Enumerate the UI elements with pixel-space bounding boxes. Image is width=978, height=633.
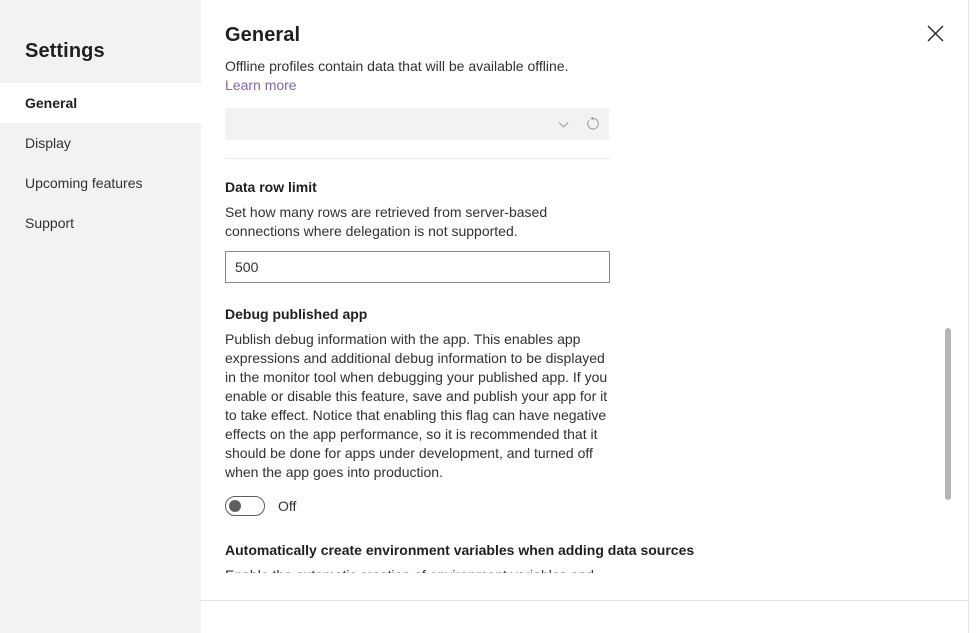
bottom-divider xyxy=(201,600,968,601)
sidebar-nav: General Display Upcoming features Suppor… xyxy=(0,83,201,243)
settings-title: Settings xyxy=(0,0,201,62)
offline-profile-combobox[interactable] xyxy=(225,108,609,140)
sidebar-item-upcoming-features[interactable]: Upcoming features xyxy=(0,163,201,203)
auto-env-vars-description: Enable the automatic creation of environ… xyxy=(225,560,611,573)
sidebar-item-label: Support xyxy=(25,215,74,231)
debug-published-app-description: Publish debug information with the app. … xyxy=(225,324,611,482)
sidebar-item-label: Upcoming features xyxy=(25,175,143,191)
settings-content-pane: General Offline profiles contain data th… xyxy=(201,0,968,633)
auto-env-vars-label: Automatically create environment variabl… xyxy=(225,516,968,560)
chevron-down-icon xyxy=(557,118,570,131)
debug-published-app-toggle-row: Off xyxy=(225,496,968,516)
offline-profiles-description: Offline profiles contain data that will … xyxy=(225,47,611,76)
close-button[interactable] xyxy=(916,14,954,52)
content-scrollbar[interactable] xyxy=(944,0,952,633)
settings-dialog: Settings General Display Upcoming featur… xyxy=(0,0,969,633)
learn-more-link[interactable]: Learn more xyxy=(225,76,297,95)
page-title: General xyxy=(225,0,968,47)
content-scrollbar-thumb[interactable] xyxy=(945,328,951,500)
offline-profile-refresh-button[interactable] xyxy=(578,109,608,139)
sidebar-item-support[interactable]: Support xyxy=(0,203,201,243)
offline-profile-expand-button[interactable] xyxy=(548,109,578,139)
data-row-limit-label: Data row limit xyxy=(225,159,968,197)
debug-published-app-toggle[interactable] xyxy=(225,496,265,516)
sidebar-item-label: Display xyxy=(25,135,71,151)
debug-published-app-label: Debug published app xyxy=(225,283,968,324)
settings-sidebar: Settings General Display Upcoming featur… xyxy=(0,0,201,633)
refresh-icon xyxy=(585,116,601,132)
data-row-limit-description: Set how many rows are retrieved from ser… xyxy=(225,197,611,241)
toggle-knob xyxy=(229,500,241,512)
debug-published-app-toggle-state: Off xyxy=(278,496,296,516)
content-inner: General Offline profiles contain data th… xyxy=(201,0,968,573)
sidebar-item-display[interactable]: Display xyxy=(0,123,201,163)
sidebar-item-general[interactable]: General xyxy=(0,83,201,123)
sidebar-item-label: General xyxy=(25,95,77,111)
data-row-limit-input[interactable] xyxy=(225,251,610,283)
close-icon xyxy=(927,25,944,42)
